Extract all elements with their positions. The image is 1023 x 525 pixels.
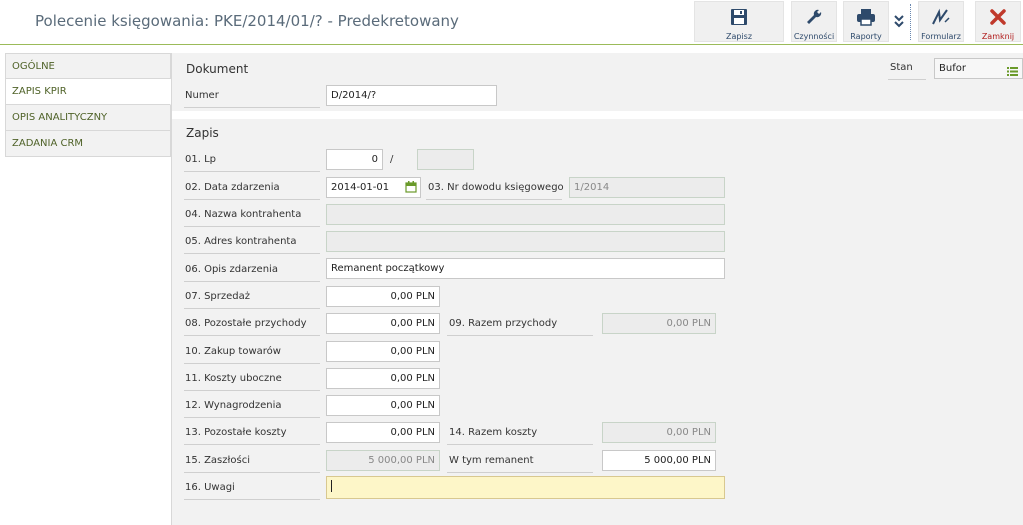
label-underline — [184, 107, 320, 108]
section-divider — [172, 111, 1023, 119]
label-underline — [184, 281, 320, 282]
pozostale-koszty-label: 13. Pozostałe koszty — [185, 427, 287, 438]
adres-kontrahenta-label: 05. Adres kontrahenta — [185, 236, 297, 247]
adres-kontrahenta-field[interactable] — [326, 231, 725, 252]
label-underline — [184, 335, 320, 336]
zakup-towarow-field[interactable]: 0,00 PLN — [326, 341, 440, 362]
pozostale-przychody-label: 08. Pozostałe przychody — [185, 318, 307, 329]
form-label: Formularz — [921, 32, 961, 41]
numer-label: Numer — [185, 90, 219, 101]
label-underline — [184, 472, 320, 473]
opis-zdarzenia-field[interactable]: Remanent początkowy — [326, 258, 725, 279]
sprzedaz-field[interactable]: 0,00 PLN — [326, 286, 440, 307]
lp-second-field[interactable] — [417, 149, 474, 170]
uwagi-field[interactable] — [326, 476, 725, 499]
label-underline — [447, 472, 593, 473]
label-underline — [447, 335, 593, 336]
reports-label: Raporty — [850, 32, 882, 41]
window-title: Polecenie księgowania: PKE/2014/01/? - P… — [35, 12, 459, 30]
stan-value: Bufor — [939, 63, 966, 74]
sprzedaz-label: 07. Sprzedaż — [185, 291, 251, 302]
label-underline — [426, 199, 562, 200]
koszty-uboczne-label: 11. Koszty uboczne — [185, 373, 282, 384]
razem-koszty-label: 14. Razem koszty — [449, 427, 538, 438]
label-underline — [447, 444, 593, 445]
stan-label: Stan — [890, 62, 913, 73]
double-chevron-down-icon[interactable] — [892, 12, 906, 32]
zaszlosci-field[interactable]: 5 000,00 PLN — [326, 450, 440, 471]
printer-icon — [844, 6, 888, 28]
lp-label: 01. Lp — [185, 154, 217, 165]
sidebar-item-zapis-kpir[interactable]: ZAPIS KPIR — [5, 79, 171, 105]
numer-field[interactable]: D/2014/? — [326, 85, 497, 106]
sidebar: OGÓLNE ZAPIS KPIR OPIS ANALITYCZNY ZADAN… — [5, 53, 171, 157]
save-button[interactable]: Zapisz — [694, 1, 784, 42]
nr-dowodu-label: 03. Nr dowodu księgowego — [428, 182, 564, 193]
sidebar-item-zadania-crm[interactable]: ZADANIA CRM — [5, 131, 171, 157]
data-zdarzenia-field[interactable]: 2014-01-01 — [326, 177, 421, 198]
nazwa-kontrahenta-field[interactable] — [326, 204, 725, 225]
floppy-disk-icon — [695, 6, 783, 28]
razem-przychody-field[interactable]: 0,00 PLN — [602, 313, 716, 334]
label-underline — [184, 226, 320, 227]
actions-button[interactable]: Czynności — [791, 1, 837, 42]
pozostale-koszty-field[interactable]: 0,00 PLN — [326, 422, 440, 443]
actions-label: Czynności — [793, 32, 835, 41]
label-underline — [184, 171, 320, 172]
uwagi-label: 16. Uwagi — [185, 482, 235, 493]
label-underline — [184, 499, 320, 500]
lp-field[interactable]: 0 — [326, 149, 383, 170]
opis-zdarzenia-label: 06. Opis zdarzenia — [185, 264, 278, 275]
label-underline — [184, 417, 320, 418]
wrench-icon — [792, 6, 836, 28]
label-underline — [184, 363, 320, 364]
label-underline — [184, 444, 320, 445]
pozostale-przychody-field[interactable]: 0,00 PLN — [326, 313, 440, 334]
remanent-label: W tym remanent — [449, 455, 534, 466]
close-x-icon — [976, 6, 1020, 28]
wynagrodzenia-field[interactable]: 0,00 PLN — [326, 395, 440, 416]
nr-dowodu-field[interactable]: 1/2014 — [569, 177, 725, 198]
list-icon — [1007, 64, 1018, 78]
label-underline — [888, 79, 926, 80]
zakup-towarow-label: 10. Zakup towarów — [185, 346, 281, 357]
koszty-uboczne-field[interactable]: 0,00 PLN — [326, 368, 440, 389]
label-underline — [184, 199, 320, 200]
razem-przychody-label: 09. Razem przychody — [449, 318, 558, 329]
calendar-icon[interactable] — [405, 181, 417, 197]
zaszlosci-label: 15. Zaszłości — [185, 455, 250, 466]
close-button[interactable]: Zamknij — [975, 1, 1021, 42]
sidebar-item-ogolne[interactable]: OGÓLNE — [5, 53, 171, 79]
label-underline — [184, 308, 320, 309]
sidebar-item-opis-analityczny[interactable]: OPIS ANALITYCZNY — [5, 105, 171, 131]
nazwa-kontrahenta-label: 04. Nazwa kontrahenta — [185, 209, 302, 220]
signature-icon — [919, 6, 963, 28]
stan-select[interactable]: Bufor — [934, 58, 1023, 79]
text-cursor — [331, 480, 332, 492]
lp-separator: / — [390, 154, 394, 165]
form-button[interactable]: Formularz — [918, 1, 964, 42]
section-title-dokument: Dokument — [186, 62, 249, 76]
toolbar-separator — [910, 4, 911, 40]
main-panel: Dokument Numer D/2014/? Stan Bufor Zapis… — [171, 53, 1023, 525]
wynagrodzenia-label: 12. Wynagrodzenia — [185, 400, 282, 411]
data-zdarzenia-label: 02. Data zdarzenia — [185, 182, 280, 193]
label-underline — [184, 253, 320, 254]
title-bar: Polecenie księgowania: PKE/2014/01/? - P… — [0, 0, 1023, 45]
remanent-field[interactable]: 5 000,00 PLN — [602, 450, 716, 471]
data-zdarzenia-value: 2014-01-01 — [331, 182, 390, 193]
save-label: Zapisz — [725, 32, 753, 41]
section-title-zapis: Zapis — [186, 126, 219, 140]
razem-koszty-field[interactable]: 0,00 PLN — [602, 422, 716, 443]
close-label: Zamknij — [981, 32, 1015, 41]
reports-button[interactable]: Raporty — [843, 1, 889, 42]
label-underline — [184, 390, 320, 391]
